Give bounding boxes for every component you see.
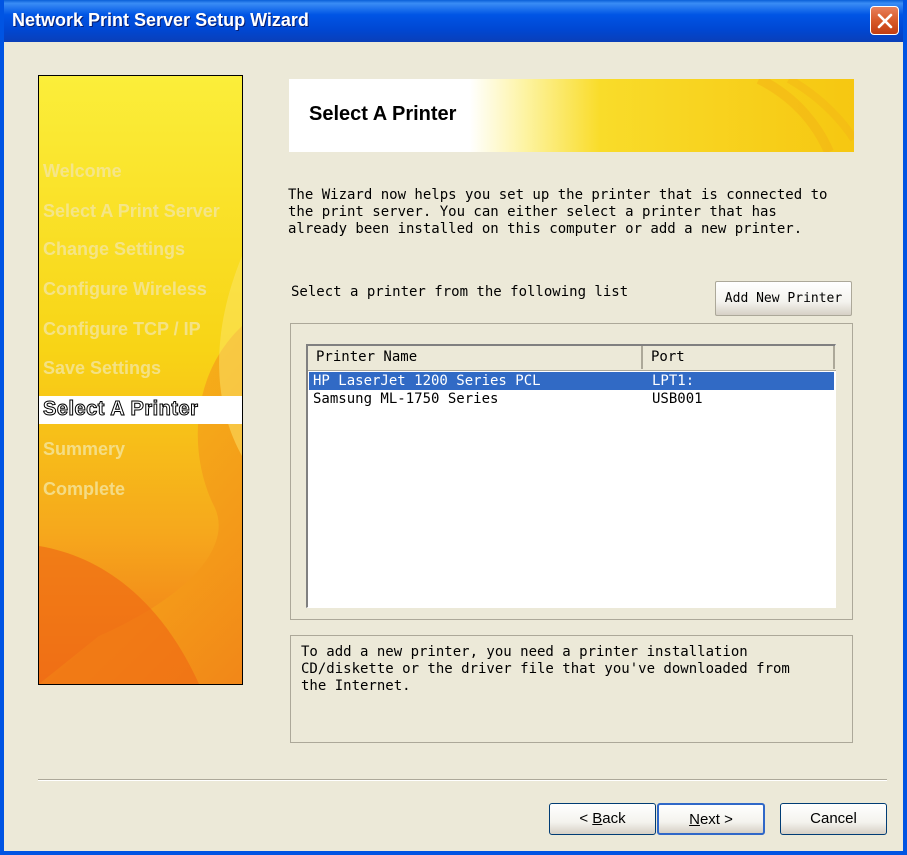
sidebar-item-configure-wireless: Configure Wireless [43, 279, 207, 299]
sidebar-item-summery: Summery [43, 439, 126, 459]
printer-list-header: Printer Name Port [308, 346, 836, 371]
printer-port-cell: LPT1: [652, 373, 695, 389]
printer-port-cell: USB001 [652, 391, 703, 407]
info-text: To add a new printer, you need a printer… [301, 644, 790, 694]
back-button[interactable]: < Back [549, 803, 656, 835]
cancel-button[interactable]: Cancel [780, 803, 887, 835]
next-mnemonic: N [689, 811, 700, 828]
sidebar-item-save-settings: Save Settings [43, 358, 162, 378]
printer-name-cell: Samsung ML-1750 Series [313, 391, 499, 407]
close-icon [877, 13, 893, 29]
printer-list[interactable]: Printer Name Port HP LaserJet 1200 Serie… [306, 344, 836, 608]
close-button[interactable] [870, 6, 899, 35]
add-new-printer-button[interactable]: Add New Printer [715, 281, 852, 316]
page-title: Select A Printer [309, 103, 457, 125]
column-header-port[interactable]: Port [643, 346, 835, 369]
wizard-body: Welcome Select A Print Server Change Set… [4, 42, 903, 851]
page-banner: Select A Printer [289, 79, 854, 152]
sidebar-item-complete: Complete [43, 479, 126, 499]
back-mnemonic: B [592, 810, 603, 827]
sidebar-item-select-print-server: Select A Print Server [43, 201, 220, 221]
sidebar-item-welcome: Welcome [43, 161, 122, 181]
wizard-window: Network Print Server Setup Wizard Welcom… [0, 0, 907, 855]
back-prefix: < [579, 810, 593, 827]
next-label-rest: ext > [699, 811, 733, 828]
printer-row[interactable]: Samsung ML-1750 Series USB001 [309, 390, 834, 408]
sidebar-item-select-printer: Select A Printer [39, 396, 242, 424]
sidebar-item-configure-tcpip: Configure TCP / IP [43, 319, 201, 339]
title-bar[interactable]: Network Print Server Setup Wizard [4, 0, 903, 42]
sidebar-current-label: Select A Printer [42, 398, 199, 421]
window-title: Network Print Server Setup Wizard [12, 10, 309, 30]
sidebar-item-change-settings: Change Settings [43, 239, 186, 259]
back-label-rest: ack [602, 810, 626, 827]
footer-divider [38, 779, 887, 781]
printer-name-cell: HP LaserJet 1200 Series PCL [313, 373, 541, 389]
select-printer-label: Select a printer from the following list [291, 284, 629, 300]
column-header-printer-name[interactable]: Printer Name [308, 346, 643, 369]
wizard-steps-sidebar: Welcome Select A Print Server Change Set… [38, 75, 243, 685]
next-button[interactable]: Next > [657, 803, 765, 835]
intro-text: The Wizard now helps you set up the prin… [288, 187, 828, 237]
printer-row[interactable]: HP LaserJet 1200 Series PCL LPT1: [309, 372, 834, 390]
